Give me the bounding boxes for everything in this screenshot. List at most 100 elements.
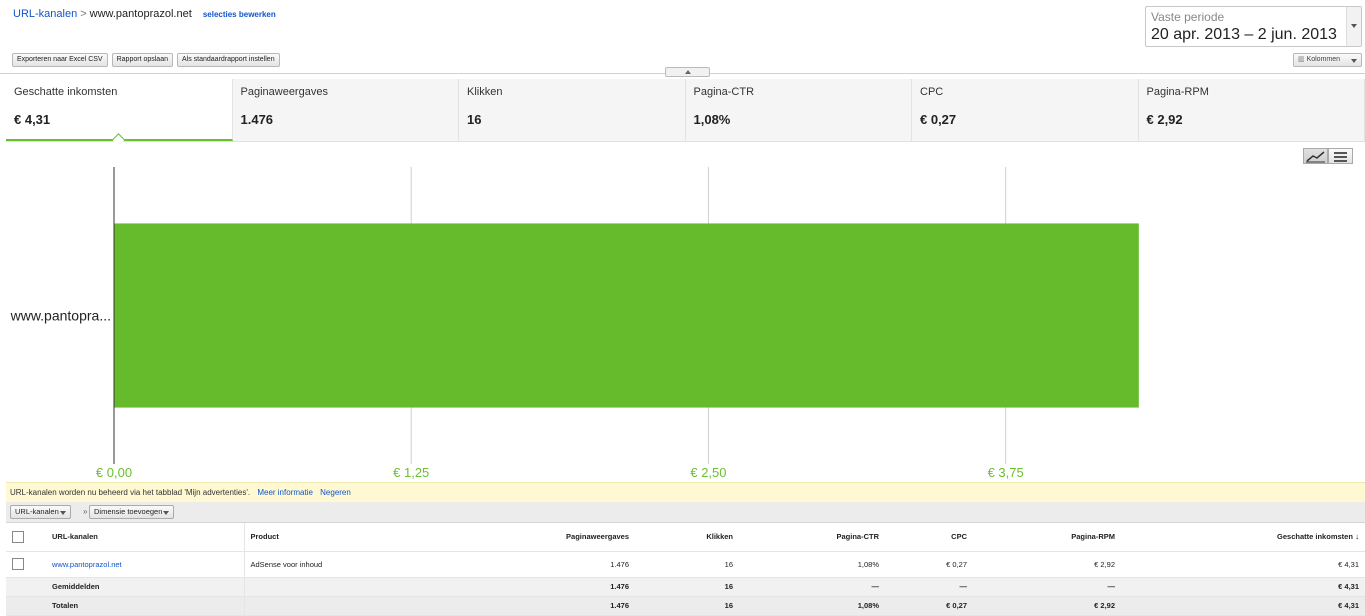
- column-header-product[interactable]: Product: [244, 523, 424, 551]
- column-header-estimated-earnings[interactable]: Geschatte inkomsten ↓: [1121, 523, 1365, 551]
- chart-area: www.pantopra... € 0,00 € 1,25 € 2,50 € 3,75: [6, 142, 1365, 482]
- empty-cell: [6, 577, 46, 596]
- date-range-picker[interactable]: Vaste periode 20 apr. 2013 – 2 jun. 2013: [1145, 6, 1362, 47]
- metric-value: € 2,92: [1147, 112, 1365, 127]
- date-range-value: 20 apr. 2013 – 2 jun. 2013: [1151, 26, 1337, 44]
- pageviews-cell: 1.476: [424, 551, 635, 577]
- metric-name: Klikken: [467, 86, 685, 98]
- column-header-clicks[interactable]: Klikken: [635, 523, 739, 551]
- estimated-earnings-cell: € 4,31: [1121, 577, 1365, 596]
- dimension-bar: URL-kanalen » Dimensie toevoegen: [6, 502, 1365, 523]
- breadcrumb: URL-kanalen> www.pantoprazol.net selectie…: [13, 8, 276, 20]
- url-channel-cell: www.pantoprazol.net: [46, 551, 244, 577]
- product-cell: [244, 596, 424, 615]
- primary-dimension-label: URL-kanalen: [15, 507, 59, 516]
- metric-tab-page-ctr[interactable]: Pagina-CTR 1,08%: [686, 79, 913, 141]
- page-rpm-cell: € 2,92: [973, 551, 1121, 577]
- page-rpm-cell: —: [973, 577, 1121, 596]
- more-info-link[interactable]: Meer informatie: [257, 488, 313, 497]
- column-header-url-channel[interactable]: URL-kanalen: [46, 523, 244, 551]
- product-cell: [244, 577, 424, 596]
- select-all-cell: [6, 523, 46, 551]
- url-channel-link[interactable]: www.pantoprazol.net: [52, 560, 122, 569]
- averages-label: Gemiddelden: [46, 577, 244, 596]
- column-header-page-ctr[interactable]: Pagina-CTR: [739, 523, 885, 551]
- columns-button[interactable]: ▥ Kolommen: [1293, 53, 1362, 67]
- clicks-cell: 16: [635, 577, 739, 596]
- category-label: www.pantopra...: [10, 308, 111, 324]
- save-report-button[interactable]: Rapport opslaan: [112, 53, 173, 67]
- edit-selection-link[interactable]: selecties bewerken: [203, 10, 276, 19]
- dimension-separator: »: [83, 507, 87, 516]
- chevron-down-icon[interactable]: [1346, 7, 1361, 46]
- cpc-cell: € 0,27: [885, 596, 973, 615]
- metric-value: € 4,31: [14, 112, 232, 127]
- report-toolbar: Exporteren naar Excel CSV Rapport opslaa…: [12, 53, 280, 67]
- pageviews-cell: 1.476: [424, 577, 635, 596]
- metric-name: Pagina-RPM: [1147, 86, 1365, 98]
- clicks-cell: 16: [635, 596, 739, 615]
- product-cell: AdSense voor inhoud: [244, 551, 424, 577]
- metric-name: Pagina-CTR: [694, 86, 912, 98]
- totals-row: Totalen 1.476 16 1,08% € 0,27 € 2,92 € 4…: [6, 596, 1365, 615]
- report-table: URL-kanalen Product Paginaweergaves Klik…: [6, 523, 1365, 616]
- table-chart-glyph: [1329, 149, 1352, 163]
- collapse-header-button[interactable]: [665, 67, 710, 77]
- page-ctr-cell: 1,08%: [739, 551, 885, 577]
- column-header-pageviews[interactable]: Paginaweergaves: [424, 523, 635, 551]
- metric-value: € 0,27: [920, 112, 1138, 127]
- page-ctr-cell: —: [739, 577, 885, 596]
- add-dimension-select[interactable]: Dimensie toevoegen: [89, 505, 174, 519]
- column-header-label: Geschatte inkomsten: [1277, 532, 1353, 541]
- info-text: URL-kanalen worden nu beheerd via het ta…: [10, 488, 250, 497]
- table-row: www.pantoprazol.net AdSense voor inhoud …: [6, 551, 1365, 577]
- estimated-earnings-cell: € 4,31: [1121, 596, 1365, 615]
- averages-row: Gemiddelden 1.476 16 — — — € 4,31: [6, 577, 1365, 596]
- page-ctr-cell: 1,08%: [739, 596, 885, 615]
- x-tick-label: € 1,25: [393, 465, 429, 480]
- select-all-checkbox[interactable]: [12, 531, 24, 543]
- metric-tab-clicks[interactable]: Klikken 16: [459, 79, 686, 141]
- pageviews-cell: 1.476: [424, 596, 635, 615]
- table-chart-icon[interactable]: [1328, 148, 1353, 164]
- bar-chart: www.pantopra... € 0,00 € 1,25 € 2,50 € 3,75: [6, 142, 1365, 482]
- columns-label: Kolommen: [1307, 56, 1340, 63]
- metric-tab-page-rpm[interactable]: Pagina-RPM € 2,92: [1139, 79, 1365, 141]
- set-default-report-button[interactable]: Als standaardrapport instellen: [177, 53, 280, 67]
- primary-dimension-select[interactable]: URL-kanalen: [10, 505, 71, 519]
- x-tick-label: € 2,50: [690, 465, 726, 480]
- metric-tab-pageviews[interactable]: Paginaweergaves 1.476: [233, 79, 460, 141]
- table-header-row: URL-kanalen Product Paginaweergaves Klik…: [6, 523, 1365, 551]
- bar: [114, 223, 1139, 407]
- sort-down-icon: ↓: [1355, 532, 1359, 541]
- metric-name: Geschatte inkomsten: [14, 86, 232, 98]
- add-dimension-label: Dimensie toevoegen: [94, 507, 162, 516]
- metric-value: 1.476: [241, 112, 459, 127]
- x-tick-label: € 0,00: [96, 465, 132, 480]
- row-select-cell: [6, 551, 46, 577]
- line-chart-glyph: [1304, 149, 1327, 163]
- column-header-cpc[interactable]: CPC: [885, 523, 973, 551]
- metric-tabs: Geschatte inkomsten € 4,31 Paginaweergav…: [6, 79, 1365, 142]
- date-range-label: Vaste periode: [1151, 10, 1224, 24]
- breadcrumb-root-link[interactable]: URL-kanalen: [13, 8, 77, 20]
- dismiss-link[interactable]: Negeren: [320, 488, 351, 497]
- info-notice: URL-kanalen worden nu beheerd via het ta…: [6, 482, 1365, 502]
- breadcrumb-current: www.pantoprazol.net: [90, 8, 192, 20]
- line-chart-icon[interactable]: [1303, 148, 1328, 164]
- metric-name: CPC: [920, 86, 1138, 98]
- metric-name: Paginaweergaves: [241, 86, 459, 98]
- column-header-page-rpm[interactable]: Pagina-RPM: [973, 523, 1121, 551]
- chart-type-toggle: [1303, 148, 1353, 164]
- breadcrumb-separator: >: [80, 8, 86, 20]
- metric-tab-cpc[interactable]: CPC € 0,27: [912, 79, 1139, 141]
- metric-value: 1,08%: [694, 112, 912, 127]
- empty-cell: [6, 596, 46, 615]
- columns-icon: ▥: [1298, 56, 1307, 63]
- metric-tab-estimated-earnings[interactable]: Geschatte inkomsten € 4,31: [6, 79, 233, 141]
- export-csv-button[interactable]: Exporteren naar Excel CSV: [12, 53, 108, 67]
- totals-label: Totalen: [46, 596, 244, 615]
- x-tick-label: € 3,75: [988, 465, 1024, 480]
- row-checkbox[interactable]: [12, 558, 24, 570]
- cpc-cell: —: [885, 577, 973, 596]
